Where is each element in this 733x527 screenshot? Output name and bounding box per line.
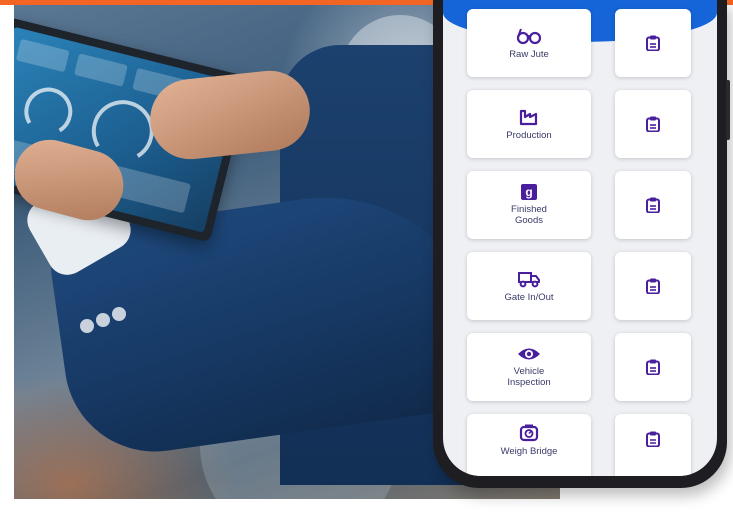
clipboard-button-vehicle-inspection[interactable]: [615, 333, 691, 401]
sleeve-buttons: [80, 305, 140, 345]
menu-card-weigh-bridge[interactable]: Weigh Bridge: [467, 414, 591, 476]
photo-bottom-margin: [0, 499, 560, 527]
clipboard-icon: [646, 197, 660, 213]
menu-card-label: Finished Goods: [511, 204, 547, 226]
photo-left-margin: [0, 5, 14, 527]
phone-screen: Raw Jute Production g Finished Goods Gat…: [443, 0, 717, 476]
clipboard-icon: [646, 278, 660, 294]
clipboard-button-raw-jute[interactable]: [615, 9, 691, 77]
phone-side-button: [726, 80, 730, 140]
factory-icon: [519, 109, 538, 125]
truck-icon: [518, 271, 540, 287]
clipboard-icon: [646, 116, 660, 132]
menu-card-production[interactable]: Production: [467, 90, 591, 158]
clipboard-icon: [646, 35, 660, 51]
menu-card-raw-jute[interactable]: Raw Jute: [467, 9, 591, 77]
clipboard-icon: [646, 359, 660, 375]
menu-card-label: Gate In/Out: [504, 291, 554, 303]
clipboard-button-gate-in-out[interactable]: [615, 252, 691, 320]
menu-card-label: Weigh Bridge: [500, 445, 558, 457]
menu-card-finished-goods[interactable]: g Finished Goods: [467, 171, 591, 239]
clipboard-button-weigh-bridge[interactable]: [615, 414, 691, 476]
eye-icon: [518, 348, 540, 360]
clipboard-button-production[interactable]: [615, 90, 691, 158]
menu-card-vehicle-inspection[interactable]: Vehicle Inspection: [467, 333, 591, 401]
clipboard-icon: [646, 431, 660, 447]
menu-card-label: Vehicle Inspection: [507, 366, 551, 388]
goods-icon-letter: g: [525, 185, 533, 199]
glasses-icon: [516, 28, 542, 44]
menu-card-label: Raw Jute: [509, 48, 549, 60]
menu-card-label: Production: [506, 129, 552, 141]
smartphone-mockup: Raw Jute Production g Finished Goods Gat…: [433, 0, 730, 488]
goods-box-icon: g: [521, 184, 537, 200]
menu-card-gate-in-out[interactable]: Gate In/Out: [467, 252, 591, 320]
scale-icon: [519, 424, 539, 441]
clipboard-button-finished-goods[interactable]: [615, 171, 691, 239]
